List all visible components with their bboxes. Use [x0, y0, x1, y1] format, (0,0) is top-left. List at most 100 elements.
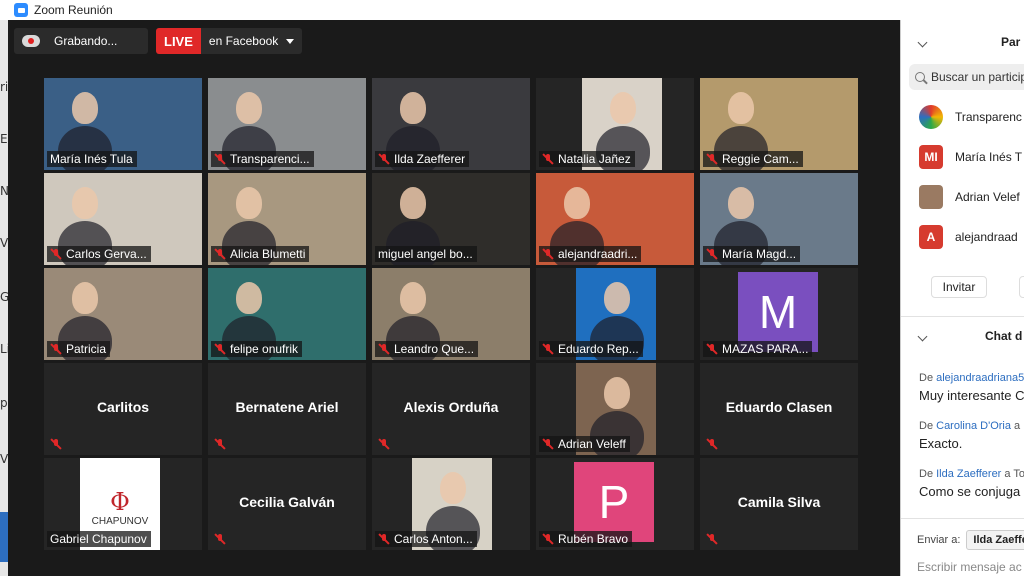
microphone-muted-icon [214, 248, 226, 260]
participant-name: María Magd... [722, 247, 797, 261]
participant-tile[interactable]: Carlos Gerva... [44, 173, 202, 265]
live-stream-indicator[interactable]: LIVE en Facebook [156, 28, 303, 54]
participant-list-avatar: MI [919, 145, 943, 169]
participant-nameplate: Ilda Zaefferer [375, 151, 470, 167]
participant-tile[interactable]: Eduardo Clasen [700, 363, 858, 455]
divider [901, 316, 1024, 317]
chat-message-text: Como se conjuga [919, 484, 1021, 499]
chevron-down-icon[interactable] [917, 331, 928, 341]
participant-tile[interactable]: P Rubén Bravo [536, 458, 694, 550]
participant-name: Gabriel Chapunov [50, 532, 147, 546]
participant-list-item[interactable]: Aalejandraad [919, 224, 1018, 250]
microphone-muted-icon [50, 248, 62, 260]
participant-name: Leandro Que... [394, 342, 475, 356]
participant-name: Patricia [66, 342, 107, 356]
chevron-down-icon[interactable] [917, 37, 928, 47]
chat-message-sender: De Carolina D'Oria a [919, 420, 1020, 432]
participant-nameplate: alejandraadri... [539, 246, 642, 262]
participant-tile[interactable]: María Inés Tula [44, 78, 202, 170]
microphone-muted-icon [706, 438, 718, 450]
company-logo-symbol: Φ [110, 488, 130, 516]
participant-tile[interactable]: Reggie Cam... [700, 78, 858, 170]
live-target[interactable]: en Facebook [201, 34, 302, 48]
person-silhouette [236, 282, 262, 314]
chat-sender-prefix: De [919, 420, 934, 432]
live-badge: LIVE [156, 28, 201, 54]
participant-list-item[interactable]: MI María Inés T [919, 144, 1022, 170]
participant-name: María Inés Tula [50, 152, 133, 166]
divider [901, 518, 1024, 519]
microphone-muted-icon [542, 343, 554, 355]
send-to-row: Enviar a: Ilda Zaeffe [917, 530, 1024, 550]
participant-tile[interactable]: Natalia Jañez [536, 78, 694, 170]
chat-message-text: Muy interesante C [919, 388, 1024, 403]
microphone-muted-icon [378, 533, 390, 545]
participant-tile[interactable]: felipe onufrik [208, 268, 366, 360]
chat-title: Chat d [985, 329, 1023, 343]
participant-nameplate: MAZAS PARA... [703, 341, 813, 357]
participant-nameplate: Leandro Que... [375, 341, 479, 357]
person-silhouette [236, 92, 262, 124]
participant-tile[interactable]: Alicia Blumetti [208, 173, 366, 265]
participant-nameplate: Patricia [47, 341, 111, 357]
participant-name: Natalia Jañez [558, 152, 631, 166]
participants-header[interactable]: Par [901, 28, 1024, 56]
participant-tile[interactable]: Φ CHAPUNOV Gabriel Chapunov [44, 458, 202, 550]
participant-tile[interactable]: Adrian Veleff [536, 363, 694, 455]
side-panel: Par Buscar un particip Transparenc MI Marí… [900, 20, 1024, 576]
participant-tile[interactable]: Carlos Anton... [372, 458, 530, 550]
meeting-area: Grabando... LIVE en Facebook María Inés … [8, 20, 900, 576]
chat-recipient: a [1014, 420, 1021, 432]
participant-display-name: Eduardo Clasen [725, 399, 833, 415]
participant-search-placeholder: Buscar un particip [931, 70, 1024, 84]
participant-tile[interactable]: Transparenci... [208, 78, 366, 170]
participant-search-input[interactable]: Buscar un particip [909, 64, 1024, 90]
chat-sender-name[interactable]: Ilda Zaefferer [936, 468, 1001, 480]
background-window-text: V [0, 452, 9, 466]
person-silhouette [400, 92, 426, 124]
participant-nameplate: Reggie Cam... [703, 151, 803, 167]
participant-tile[interactable]: Eduardo Rep... [536, 268, 694, 360]
participant-tile[interactable]: Carlitos [44, 363, 202, 455]
meeting-status-bar: Grabando... LIVE en Facebook [14, 28, 303, 54]
participant-display-name: Alexis Orduña [403, 399, 499, 415]
participant-tile[interactable]: María Magd... [700, 173, 858, 265]
search-icon [915, 72, 925, 82]
participant-list-item[interactable]: Adrian Velef [919, 184, 1020, 210]
invite-button-label: Invitar [942, 280, 976, 294]
background-window-text: E [0, 132, 8, 146]
chat-sender-name[interactable]: alejandraadriana5 [936, 372, 1024, 384]
participant-tile[interactable]: alejandraadri... [536, 173, 694, 265]
participant-tile[interactable]: Camila Silva [700, 458, 858, 550]
person-silhouette [400, 282, 426, 314]
participant-tile[interactable]: M MAZAS PARA... [700, 268, 858, 360]
participant-tile[interactable]: Ilda Zaefferer [372, 78, 530, 170]
live-target-label: en Facebook [208, 34, 279, 48]
send-to-label: Enviar a: [917, 534, 961, 546]
participant-list-avatar [919, 185, 943, 209]
invite-button[interactable]: Invitar [931, 276, 987, 298]
chat-message-sender: De Ilda Zaefferer a To [919, 468, 1024, 480]
participant-tile[interactable]: Bernatene Ariel [208, 363, 366, 455]
participant-nameplate: Alicia Blumetti [211, 246, 310, 262]
chat-sender-name[interactable]: Carolina D'Oria [936, 420, 1011, 432]
microphone-muted-icon [542, 248, 554, 260]
participant-tile[interactable]: Patricia [44, 268, 202, 360]
company-logo-text: CHAPUNOV [91, 516, 149, 527]
send-to-select[interactable]: Ilda Zaeffe [966, 530, 1024, 550]
participant-tile[interactable]: Leandro Que... [372, 268, 530, 360]
participant-list-item[interactable]: Transparenc [919, 104, 1022, 130]
participant-list-name: Transparenc [955, 110, 1022, 124]
recording-indicator[interactable]: Grabando... [14, 28, 148, 54]
participant-name: MAZAS PARA... [722, 342, 809, 356]
participant-tile[interactable]: miguel angel bo... [372, 173, 530, 265]
chat-message-input[interactable]: Escribir mensaje ac [917, 560, 1022, 574]
participant-name: miguel angel bo... [378, 247, 473, 261]
participant-name: Transparenci... [230, 152, 310, 166]
participant-tile[interactable]: Alexis Orduña [372, 363, 530, 455]
chat-header[interactable]: Chat d [901, 322, 1024, 350]
microphone-muted-icon [214, 153, 226, 165]
more-participant-actions-button[interactable] [1019, 276, 1024, 298]
chat-sender-prefix: De [919, 468, 934, 480]
participant-tile[interactable]: Cecilia Galván [208, 458, 366, 550]
